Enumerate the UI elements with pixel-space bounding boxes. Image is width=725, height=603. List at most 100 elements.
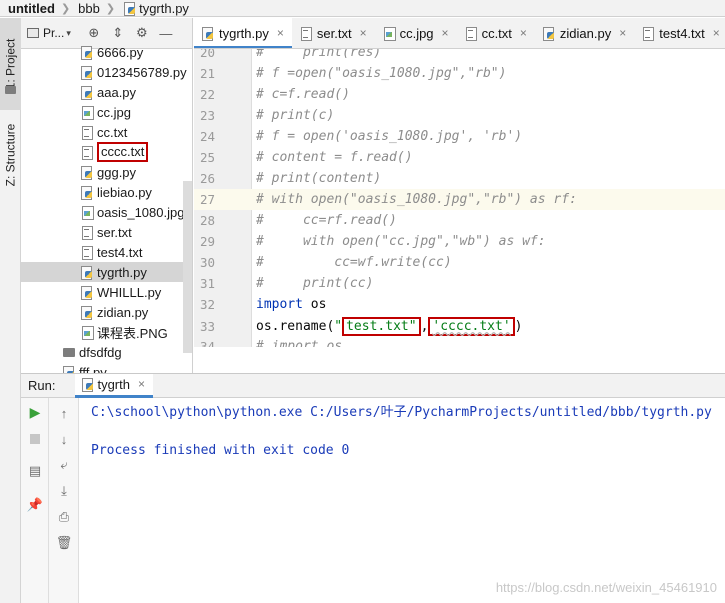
code-line: 33 os.rename(" test.txt",'cccc.txt') <box>194 315 725 338</box>
run-console[interactable]: C:\school\python\python.exe C:/Users/叶子/… <box>79 398 725 603</box>
tree-file[interactable]: 6666.py <box>21 42 192 62</box>
tree-file[interactable]: 0123456789.py <box>21 62 192 82</box>
close-paren: ) <box>514 319 523 334</box>
python-file-icon <box>81 377 94 392</box>
editor-tab[interactable]: cc.jpg × <box>375 18 457 48</box>
python-file-icon <box>202 26 214 41</box>
code-text: # cc=rf.read() <box>256 213 397 228</box>
python-file-icon <box>81 85 93 100</box>
pin-icon[interactable]: 📌 <box>21 494 49 516</box>
tree-item-label: WHILLL.py <box>97 284 162 300</box>
text-file-icon <box>642 26 655 41</box>
close-icon[interactable]: × <box>442 26 449 40</box>
editor-tab[interactable]: ser.txt × <box>292 18 375 48</box>
tree-file[interactable]: cccc.txt <box>21 142 192 162</box>
line-number: 23 <box>200 108 216 123</box>
close-icon[interactable]: × <box>360 26 367 40</box>
caret-down-icon[interactable]: ▾ <box>66 28 71 39</box>
code-line: 24 # f = open('oasis_1080.jpg', 'rb') <box>194 126 725 147</box>
tree-file[interactable]: liebiao.py <box>21 182 192 202</box>
line-number: 31 <box>200 276 216 291</box>
editor-tab-label: test4.txt <box>659 25 705 41</box>
editor-tab[interactable]: test4.txt × <box>634 18 725 48</box>
close-icon[interactable]: × <box>138 377 145 391</box>
arrow-down-icon[interactable]: ↓ <box>49 428 79 450</box>
close-icon[interactable]: × <box>619 26 626 40</box>
rerun-icon[interactable]: ▶ <box>21 401 49 423</box>
tree-file[interactable]: tygrth.py <box>21 262 192 282</box>
trash-icon[interactable]: 🗑 <box>49 532 79 554</box>
tree-file[interactable]: cc.jpg <box>21 102 192 122</box>
tree-item-label: ser.txt <box>97 224 132 240</box>
python-file-icon <box>81 305 93 320</box>
tree-item-label: 6666.py <box>97 44 144 60</box>
tree-file[interactable]: oasis_1080.jpg <box>21 202 192 222</box>
layout-icon[interactable]: ▤ <box>21 460 49 482</box>
tree-file[interactable]: aaa.py <box>21 82 192 102</box>
image-file-icon <box>81 105 94 120</box>
tree-file[interactable]: test4.txt <box>21 242 192 262</box>
editor-tab[interactable]: cc.txt × <box>457 18 535 48</box>
minimize-icon[interactable]: — <box>157 26 175 41</box>
gear-icon[interactable]: ⚙ <box>133 25 151 41</box>
tree-folder[interactable]: dfsdfdg <box>21 342 192 362</box>
arrow-up-icon[interactable]: ↑ <box>49 402 79 424</box>
code-line: 34 # import os <box>194 336 725 347</box>
tree-file[interactable]: WHILLL.py <box>21 282 192 302</box>
code-editor[interactable]: 20 # print(res) 21 # f =open("oasis_1080.jp… <box>194 49 725 347</box>
close-icon[interactable]: × <box>520 26 527 40</box>
python-file-icon <box>123 1 136 16</box>
tree-file[interactable]: 课程表.PNG <box>21 322 192 342</box>
code-line: 29 # with open("cc.jpg","wb") as wf: <box>194 231 725 252</box>
tree-item-label: oasis_1080.jpg <box>97 204 185 220</box>
close-icon[interactable]: × <box>713 26 720 40</box>
tree-scrollbar[interactable] <box>183 181 192 353</box>
image-file-icon <box>81 325 94 340</box>
soft-wrap-icon[interactable]: ⤶ <box>49 454 79 476</box>
tree-item-label: 0123456789.py <box>97 64 187 80</box>
python-file-icon <box>81 285 93 300</box>
image-file-icon <box>81 205 94 220</box>
locate-icon[interactable]: ⊕ <box>85 25 103 41</box>
tree-file[interactable]: ggg.py <box>21 162 192 182</box>
code-text: # print(cc) <box>256 276 374 291</box>
stop-icon <box>30 434 40 444</box>
module-name: os <box>302 297 327 312</box>
breadcrumb: untitled ❯ bbb ❯ tygrth.py <box>0 0 725 17</box>
code-text: # f = open('oasis_1080.jpg', 'rb') <box>256 129 523 144</box>
tree-item-label: fff.py <box>79 364 107 374</box>
collapse-all-icon[interactable]: ⇕ <box>109 25 127 41</box>
tree-item-label: zidian.py <box>97 304 149 320</box>
code-text: # content = f.read() <box>256 150 413 165</box>
code-line: 28 # cc=rf.read() <box>194 210 725 231</box>
stop-button[interactable] <box>21 428 49 450</box>
line-number: 25 <box>200 150 216 165</box>
rename-target-arg: 'cccc.txt' <box>428 317 515 336</box>
tree-file[interactable]: ser.txt <box>21 222 192 242</box>
breadcrumb-file[interactable]: tygrth.py <box>115 1 189 16</box>
editor-tab[interactable]: tygrth.py × <box>194 18 292 48</box>
print-icon[interactable]: ⎙ <box>49 506 79 528</box>
tool-tab-structure[interactable]: Z: Structure <box>0 114 21 196</box>
editor-tab-label: zidian.py <box>559 25 612 41</box>
code-text: # print(c) <box>256 108 335 123</box>
code-line: 30 # cc=wf.write(cc) <box>194 252 725 273</box>
editor-tab-label: ser.txt <box>316 25 352 41</box>
tree-file[interactable]: zidian.py <box>21 302 192 322</box>
breadcrumb-folder[interactable]: bbb ❯ <box>70 1 115 16</box>
project-view-selector[interactable]: Pr... <box>43 26 64 40</box>
keyword-import: import <box>256 297 303 312</box>
line-number: 30 <box>200 255 216 270</box>
scroll-to-end-icon[interactable]: ⤓ <box>49 480 79 502</box>
run-tab-tygrth[interactable]: tygrth × <box>75 373 153 398</box>
tool-tab-project[interactable]: 1: Project <box>0 18 21 110</box>
code-line: 20 # print(res) <box>194 49 725 63</box>
tree-file[interactable]: fff.py <box>21 362 192 374</box>
close-icon[interactable]: × <box>277 26 284 40</box>
code-text: # import os <box>256 339 343 347</box>
breadcrumb-project[interactable]: untitled ❯ <box>0 1 70 16</box>
chevron-right-icon: ❯ <box>60 2 71 15</box>
python-file-icon <box>81 65 93 80</box>
editor-tab[interactable]: zidian.py × <box>535 18 634 48</box>
tree-file[interactable]: cc.txt <box>21 122 192 142</box>
